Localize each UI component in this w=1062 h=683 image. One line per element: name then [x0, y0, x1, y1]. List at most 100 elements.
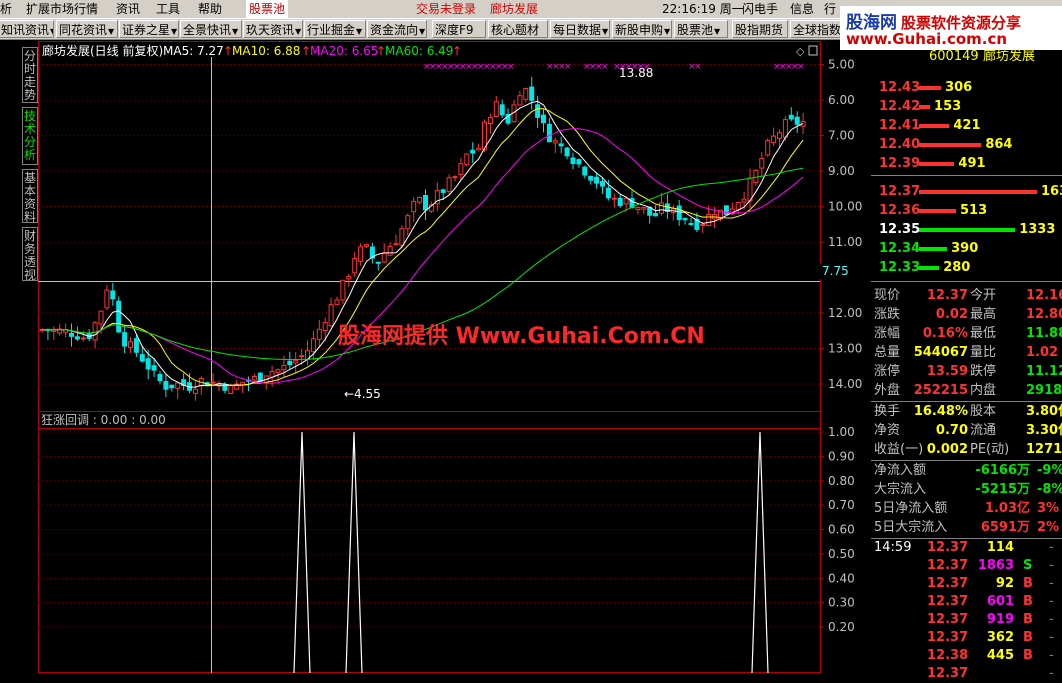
candle-up	[735, 202, 741, 210]
menu-item-7[interactable]: 廊坊发展	[490, 0, 538, 18]
tick-price: 12.37	[927, 576, 969, 591]
menu-item-3[interactable]: 工具	[156, 0, 180, 18]
tick-volume: 1863	[977, 558, 1014, 573]
candle-down	[440, 189, 446, 193]
candle-down	[794, 116, 800, 125]
toolbar-button-0[interactable]: 知讯资讯▼	[0, 20, 54, 38]
toolbar-button-8[interactable]: 核心题材	[488, 20, 548, 38]
candle-up	[251, 376, 257, 381]
candle-up	[523, 88, 529, 100]
candles	[39, 76, 806, 401]
menu-item-4[interactable]: 帮助	[198, 0, 222, 18]
candle-up	[281, 364, 287, 371]
menu-item-5[interactable]: 股票池	[246, 0, 289, 18]
cursor-value-label: 7.75	[822, 264, 849, 278]
toolbar-button-6[interactable]: 资金流向▼	[367, 20, 427, 38]
price-tick-label: 7.00	[828, 129, 855, 143]
candle-up	[700, 223, 706, 226]
dropdown-arrow-icon: ▼	[295, 27, 302, 36]
indicator-spike	[751, 431, 769, 673]
menu-item-11[interactable]: 行	[824, 0, 836, 18]
quote-row: 涨跌 0.02最高 12.80	[871, 306, 1062, 324]
quote-label: 涨停	[874, 364, 901, 379]
menu-item-1[interactable]: 扩展市场行情	[26, 0, 98, 18]
tick-dash: -	[1049, 630, 1054, 645]
candle-down	[133, 338, 139, 353]
candle-up	[192, 388, 198, 394]
menu-item-0[interactable]: 析	[0, 0, 12, 18]
diamond-icon[interactable]: ◇	[796, 45, 805, 58]
side-tab-0[interactable]: 分时走势	[22, 47, 38, 103]
tick-dash: -	[1049, 648, 1054, 663]
asks-price: 12.43	[879, 80, 921, 95]
quote-value: 0.002	[926, 442, 968, 457]
quote-panel: 600149 廊坊发展 12.43 306 12.42 153 12.41 421 12.40 8…	[871, 49, 1062, 681]
quote-value: 252215	[913, 383, 968, 398]
candle-up	[747, 177, 753, 202]
toolbar-button-7[interactable]: 深度F9	[432, 20, 486, 38]
candle-up	[393, 243, 399, 246]
toolbar-button-13[interactable]: 全球指数	[790, 20, 842, 38]
chart-frame	[38, 41, 821, 673]
candle-down	[570, 157, 576, 165]
flow-value: -6166万	[975, 463, 1030, 478]
toolbar-button-11[interactable]: 股票池▼	[674, 20, 728, 38]
kline-chart[interactable]: 14.00 13.00 12.00 11.00 10.00 9.00 7.00 6.00 5.0…	[38, 41, 870, 673]
candle-down	[169, 384, 175, 389]
flow-row: 5日净流入额 1.03亿 3%	[871, 500, 1062, 518]
candle-up	[104, 289, 110, 309]
candle-down	[375, 261, 381, 264]
dropdown-arrow-icon: ▼	[50, 27, 53, 36]
quote-label: 跌停	[970, 364, 997, 379]
bids-volume: 390	[951, 241, 979, 256]
candle-down	[122, 332, 128, 347]
candle-down	[499, 104, 505, 116]
flow-percent: 2%	[1037, 520, 1060, 535]
quote2-row: 收益(一)0.002PE(动) 1271.8	[871, 441, 1062, 459]
flow-row: 5日大宗流入 6591万 2%	[871, 519, 1062, 537]
menu-item-9[interactable]: 闪电手	[742, 0, 778, 18]
bids-row: 12.34 390	[871, 240, 1062, 258]
toolbar-button-4[interactable]: 玖天资讯▼	[243, 20, 303, 38]
candle-down	[139, 354, 145, 362]
signal-marker: ×	[797, 62, 805, 72]
asks-volume-bar	[919, 86, 942, 90]
side-tab-2[interactable]: 基本资料	[22, 169, 38, 224]
toolbar-button-1[interactable]: 同花资讯▼	[56, 20, 118, 38]
candle-up	[611, 197, 617, 200]
quote-label: 现价	[874, 288, 901, 303]
quote-label: 最低	[970, 326, 997, 341]
candle-down	[145, 358, 151, 370]
toolbar-button-2[interactable]: 证券之星▼	[119, 20, 179, 38]
toolbar-button-3[interactable]: 全景快讯▼	[180, 20, 242, 38]
candle-up	[487, 116, 493, 124]
toolbar-button-9[interactable]: 每日数据▼	[550, 20, 610, 38]
menu-item-10[interactable]: 信息	[790, 0, 814, 18]
side-tab-3[interactable]: 财务透视	[22, 227, 38, 282]
indicator-tick-label: 0.90	[828, 449, 855, 463]
toolbar-button-10[interactable]: 新股申购▼	[612, 20, 672, 38]
window-toggle-icon[interactable]	[808, 45, 818, 56]
quote-label: 内盘	[970, 383, 997, 398]
logo-url: www.Guhai.com.cn	[846, 30, 1008, 48]
tick-side: B	[1023, 648, 1033, 663]
toolbar-button-5[interactable]: 行业掘金▼	[304, 20, 366, 38]
asks-volume: 491	[958, 156, 986, 171]
menu-item-2[interactable]: 资讯	[116, 0, 140, 18]
candle-up	[759, 157, 765, 169]
candle-up	[405, 215, 411, 230]
flow-percent: 3%	[1037, 501, 1060, 516]
signal-marker: ×	[564, 62, 572, 72]
candle-down	[576, 159, 582, 165]
asks-price: 12.40	[879, 137, 921, 152]
menu-item-8[interactable]: 22:16:19 周一	[662, 0, 744, 18]
quote2-row: 换手 16.48%股本 3.80亿	[871, 403, 1062, 421]
toolbar-button-label: 股票池	[677, 23, 714, 37]
candle-up	[334, 299, 340, 305]
candle-up	[452, 176, 458, 179]
toolbar-button-12[interactable]: 股指期货	[732, 20, 788, 38]
menu-item-6[interactable]: 交易未登录	[416, 0, 476, 18]
toolbar-button-label: 同花资讯	[59, 23, 108, 37]
side-tab-1[interactable]: 技术分析	[22, 107, 38, 165]
candle-up	[446, 177, 452, 192]
